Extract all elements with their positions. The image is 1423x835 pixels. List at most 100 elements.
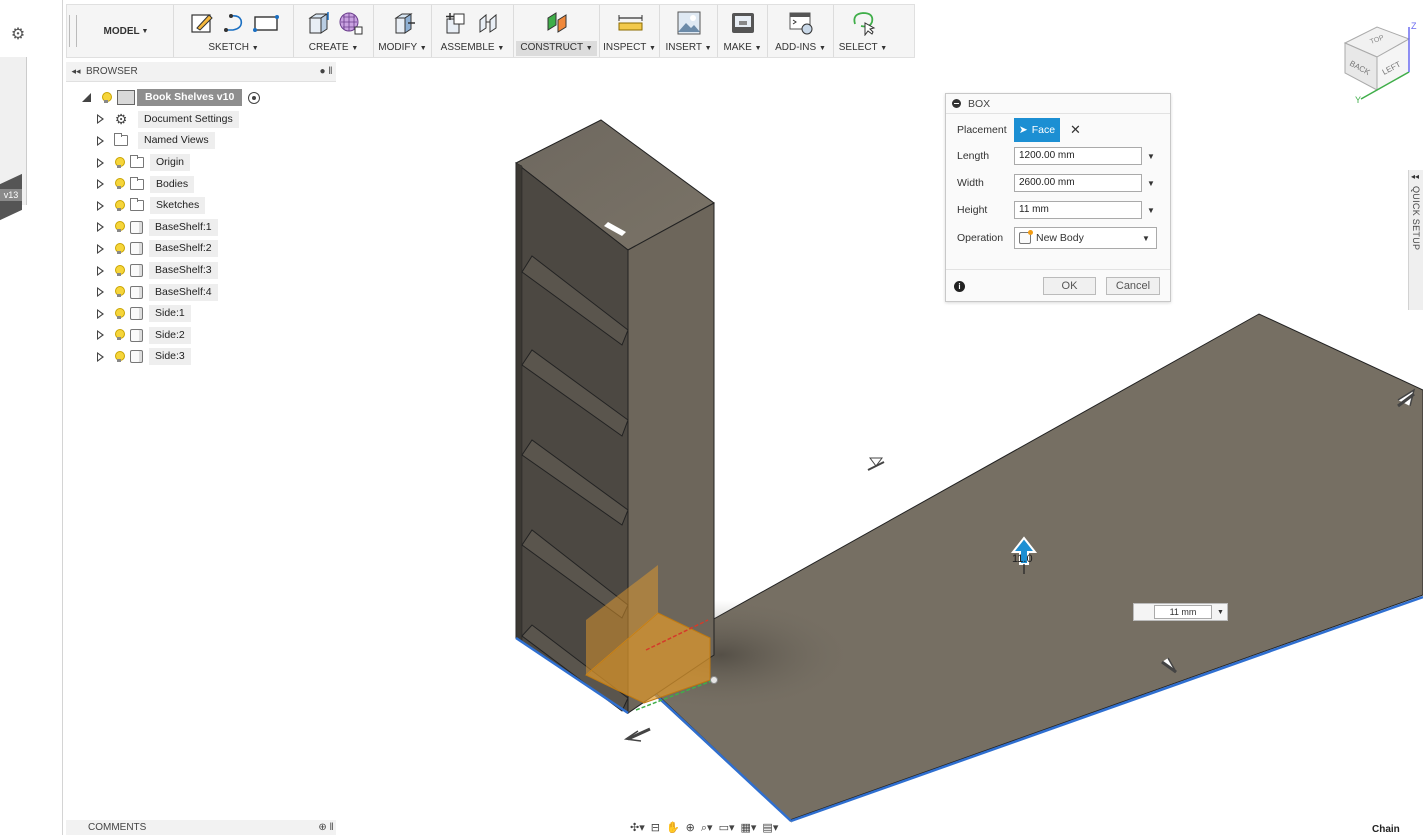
- toolbar-label-make[interactable]: MAKE ▼: [723, 41, 761, 56]
- canvas-viewport[interactable]: 11.0: [336, 60, 1423, 835]
- visibility-bulb-icon[interactable]: [114, 156, 125, 169]
- dimension-value[interactable]: 11 mm: [1154, 605, 1212, 619]
- visibility-bulb-icon[interactable]: [114, 350, 125, 363]
- expand-right-icon[interactable]: [97, 200, 104, 211]
- toolbar-label-addins[interactable]: ADD-INS ▼: [775, 41, 826, 56]
- tree-item-named-views[interactable]: Named Views: [78, 130, 338, 152]
- expand-right-icon[interactable]: [97, 157, 104, 168]
- chevron-down-icon[interactable]: ▼: [1147, 179, 1155, 188]
- expand-right-icon[interactable]: [97, 179, 104, 190]
- orbit-icon[interactable]: ✣▾: [630, 821, 645, 834]
- expand-right-icon[interactable]: [97, 265, 104, 276]
- toolbar-label-sketch[interactable]: SKETCH ▼: [208, 41, 258, 56]
- tree-item-baseshelf-3[interactable]: BaseShelf:3: [78, 260, 338, 282]
- toolbar-label-insert[interactable]: INSERT ▼: [665, 41, 711, 56]
- tree-item-baseshelf-1[interactable]: BaseShelf:1: [78, 217, 338, 239]
- visibility-bulb-icon[interactable]: [114, 264, 125, 277]
- collapse-left-icon[interactable]: ◂◂: [1411, 172, 1419, 181]
- cancel-button[interactable]: Cancel: [1106, 277, 1160, 295]
- length-input[interactable]: 1200.00 mm: [1014, 147, 1142, 165]
- arc-icon[interactable]: [220, 9, 248, 37]
- width-input[interactable]: 2600.00 mm: [1014, 174, 1142, 192]
- tree-item-baseshelf-4[interactable]: BaseShelf:4: [78, 281, 338, 303]
- joint-icon[interactable]: [475, 9, 503, 37]
- measure-icon[interactable]: [616, 9, 644, 37]
- toolbar-label-construct[interactable]: CONSTRUCT ▼: [516, 41, 597, 56]
- height-dimension-input[interactable]: 11 mm ▼: [1133, 603, 1228, 621]
- toolbar-label-assemble[interactable]: ASSEMBLE ▼: [441, 41, 505, 56]
- expand-right-icon[interactable]: [97, 351, 104, 362]
- bookshelf-body[interactable]: [515, 119, 718, 715]
- visibility-bulb-icon[interactable]: [114, 178, 125, 190]
- expand-right-icon[interactable]: [97, 135, 104, 146]
- viewports-icon[interactable]: ▤▾: [762, 821, 778, 834]
- add-comment-icon[interactable]: ⊕ ‖: [316, 822, 336, 833]
- toolbar-label-create[interactable]: CREATE ▼: [309, 41, 359, 56]
- tree-item-document-settings[interactable]: ⚙ Document Settings: [78, 109, 338, 131]
- expand-right-icon[interactable]: [97, 114, 104, 125]
- tree-item-bodies[interactable]: Bodies: [78, 173, 338, 195]
- look-at-icon[interactable]: ⊟: [651, 821, 660, 834]
- operation-select[interactable]: New Body ▼: [1014, 227, 1157, 249]
- zoom-icon[interactable]: ⊕: [686, 821, 695, 834]
- tree-item-side-3[interactable]: Side:3: [78, 346, 338, 368]
- ok-button[interactable]: OK: [1043, 277, 1096, 295]
- resize-arrow-handle[interactable]: [623, 727, 651, 742]
- tree-item-baseshelf-2[interactable]: BaseShelf:2: [78, 238, 338, 260]
- tree-root[interactable]: Book Shelves v10: [78, 87, 338, 109]
- expand-right-icon[interactable]: [97, 287, 104, 298]
- quick-setup-tab[interactable]: ◂◂ QUICK SETUP: [1408, 170, 1423, 310]
- new-component-icon[interactable]: [443, 9, 471, 37]
- browser-pin-icon[interactable]: ● ‖: [316, 66, 336, 77]
- viewcube[interactable]: TOP BACK LEFT Z Y: [1337, 15, 1417, 105]
- visibility-bulb-icon[interactable]: [114, 199, 125, 212]
- press-pull-icon[interactable]: [389, 9, 417, 37]
- visibility-bulb-icon[interactable]: [101, 91, 112, 104]
- toolbar-label-select[interactable]: SELECT ▼: [839, 41, 887, 56]
- pan-icon[interactable]: ✋: [666, 821, 680, 834]
- height-input[interactable]: 11 mm: [1014, 201, 1142, 219]
- toolbar-label-modify[interactable]: MODIFY ▼: [378, 41, 426, 56]
- tree-item-side-2[interactable]: Side:2: [78, 325, 338, 347]
- workspace-switcher[interactable]: MODEL ▼: [79, 5, 174, 57]
- settings-gear-icon[interactable]: ⚙: [9, 26, 27, 44]
- move-arrow-handle[interactable]: [867, 457, 885, 471]
- expand-right-icon[interactable]: [97, 330, 104, 341]
- visibility-bulb-icon[interactable]: [114, 329, 125, 341]
- expand-down-icon[interactable]: [82, 93, 91, 103]
- version-thumbnail[interactable]: [0, 57, 27, 221]
- scripts-icon[interactable]: [787, 9, 815, 37]
- chevron-down-icon[interactable]: ▼: [1147, 152, 1155, 161]
- info-icon[interactable]: i: [954, 281, 965, 292]
- collapse-dialog-icon[interactable]: [952, 99, 961, 108]
- toolbar-grip[interactable]: [69, 15, 77, 47]
- form-icon[interactable]: [336, 9, 364, 37]
- collapse-left-icon[interactable]: ◂◂: [66, 66, 86, 77]
- expand-right-icon[interactable]: [97, 222, 104, 233]
- rectangle-icon[interactable]: [252, 9, 280, 37]
- base-plate-body[interactable]: [591, 313, 1423, 823]
- insert-image-icon[interactable]: [675, 9, 703, 37]
- expand-right-icon[interactable]: [97, 243, 104, 254]
- visibility-bulb-icon[interactable]: [114, 221, 125, 233]
- tree-item-origin[interactable]: Origin: [78, 152, 338, 174]
- visibility-bulb-icon[interactable]: [114, 286, 125, 298]
- visibility-bulb-icon[interactable]: [114, 307, 125, 320]
- display-settings-icon[interactable]: ▭▾: [719, 821, 735, 834]
- sketch-create-icon[interactable]: [188, 9, 216, 37]
- tree-item-side-1[interactable]: Side:1: [78, 303, 338, 325]
- expand-right-icon[interactable]: [97, 308, 104, 319]
- make-3dprint-icon[interactable]: [729, 9, 757, 37]
- face-select-button[interactable]: ➤ Face: [1014, 118, 1060, 142]
- toolbar-label-inspect[interactable]: INSPECT ▼: [603, 41, 656, 56]
- select-lasso-icon[interactable]: [849, 9, 877, 37]
- chevron-down-icon[interactable]: ▼: [1217, 609, 1224, 616]
- plane-icon[interactable]: [543, 9, 571, 37]
- extrude-icon[interactable]: [304, 9, 332, 37]
- visibility-bulb-icon[interactable]: [114, 242, 125, 255]
- model-scene[interactable]: 11.0: [336, 60, 1423, 835]
- chevron-down-icon[interactable]: ▼: [1147, 206, 1155, 215]
- tree-item-sketches[interactable]: Sketches: [78, 195, 338, 217]
- grid-settings-icon[interactable]: ▦▾: [741, 821, 757, 834]
- activate-radio-icon[interactable]: [248, 91, 261, 104]
